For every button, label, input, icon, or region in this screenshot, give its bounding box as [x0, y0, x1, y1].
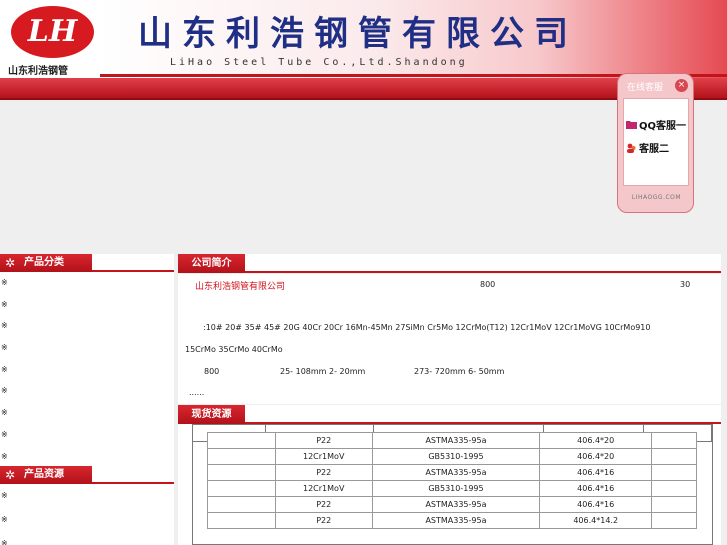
- users-icon: [626, 143, 637, 153]
- banner: 山东利浩钢管有限公司 LiHao Steel Tube Co.,Ltd.Shan…: [100, 0, 727, 78]
- table-cell: P22: [274, 496, 373, 513]
- online-service-footer: LIHAOGG.COM: [631, 194, 682, 201]
- stock-table: P22 ASTMA335-95a 406.4*20 12Cr1MoV GB5310-19…: [207, 432, 697, 529]
- stock-section: P22 ASTMA335-95a 406.4*20 12Cr1MoV GB5310-19…: [178, 424, 721, 545]
- table-cell: 406.4*16: [539, 480, 653, 497]
- company-intro: 山东利浩钢管有限公司 800 30 :10# 20# 35# 45# 20G 4…: [178, 274, 721, 404]
- intro-spec: 25- 108mm 2- 20mm: [280, 367, 366, 376]
- product-category-item[interactable]: ※: [0, 315, 174, 337]
- product-resource-header: ✲ 产品资源: [0, 466, 174, 484]
- table-cell: [207, 512, 276, 529]
- table-row: 12Cr1MoV GB5310-1995 406.4*20: [207, 448, 697, 465]
- table-cell: 406.4*16: [539, 496, 653, 513]
- table-cell: 406.4*20: [539, 448, 653, 465]
- table-cell: [207, 480, 276, 497]
- product-category-item[interactable]: ※: [0, 402, 174, 424]
- intro-materials: 15CrMo 35CrMo 40CrMo: [185, 345, 283, 354]
- table-cell: [651, 464, 697, 481]
- table-cell: GB5310-1995: [371, 480, 541, 497]
- company-intro-lead[interactable]: 山东利浩钢管有限公司: [195, 279, 285, 292]
- product-resource-title: 产品资源: [24, 469, 64, 480]
- product-resource-tab[interactable]: ✲ 产品资源: [0, 466, 92, 484]
- qq-service-label-1: QQ客服一: [639, 120, 687, 132]
- table-cell: [651, 480, 697, 497]
- table-cell: P22: [274, 512, 373, 529]
- intro-spec: 800: [204, 367, 220, 376]
- table-row: 12Cr1MoV GB5310-1995 406.4*16: [207, 480, 697, 497]
- table-cell: [651, 448, 697, 465]
- stock-table-frame: P22 ASTMA335-95a 406.4*20 12Cr1MoV GB5310-19…: [192, 424, 713, 545]
- table-cell: [207, 464, 276, 481]
- intro-value: 800: [480, 280, 496, 289]
- table-row: P22 ASTMA335-95a 406.4*16: [207, 464, 697, 481]
- online-service-list: QQ客服一 客服二: [623, 98, 689, 186]
- logo-mark: LH: [11, 6, 94, 58]
- table-cell: 406.4*16: [539, 464, 653, 481]
- product-resource-item[interactable]: ※: [0, 484, 174, 508]
- product-category-item[interactable]: ※: [0, 359, 174, 381]
- table-cell: 12Cr1MoV: [274, 480, 373, 497]
- gear-icon: ✲: [5, 468, 16, 482]
- product-category-item[interactable]: ※: [0, 294, 174, 316]
- product-category-item[interactable]: ※: [0, 424, 174, 446]
- page: LH 山东利浩钢管 山东利浩钢管有限公司 LiHao Steel Tube Co…: [0, 0, 727, 545]
- online-service-widget: 在线客服 × QQ客服一 客服二 LIHAOGG.COM: [617, 73, 694, 213]
- table-cell: P22: [274, 432, 373, 449]
- product-category-item[interactable]: ※: [0, 337, 174, 359]
- table-cell: [207, 448, 276, 465]
- online-service-title: 在线客服: [627, 83, 664, 93]
- close-icon[interactable]: ×: [675, 79, 688, 92]
- table-cell: [207, 496, 276, 513]
- product-category-item[interactable]: ※: [0, 380, 174, 402]
- header: LH 山东利浩钢管 山东利浩钢管有限公司 LiHao Steel Tube Co…: [0, 0, 727, 78]
- table-cell: 406.4*14.2: [539, 512, 653, 529]
- table-cell: 406.4*20: [539, 432, 653, 449]
- table-cell: [651, 496, 697, 513]
- table-cell: [651, 512, 697, 529]
- stock-title: 现货资源: [178, 405, 245, 424]
- table-cell: [207, 432, 276, 449]
- stock-header: 现货资源: [178, 405, 721, 424]
- table-cell: 12Cr1MoV: [274, 448, 373, 465]
- qq-service-link-1[interactable]: QQ客服一: [626, 117, 687, 132]
- intro-materials: :10# 20# 35# 45# 20G 40Cr 20Cr 16Mn-45Mn…: [203, 323, 651, 332]
- table-cell: ASTMA335-95a: [371, 464, 541, 481]
- table-cell: GB5310-1995: [371, 448, 541, 465]
- table-cell: ASTMA335-95a: [371, 432, 541, 449]
- product-category-item[interactable]: ※: [0, 272, 174, 294]
- product-category-header: ✲ 产品分类: [0, 254, 174, 272]
- logo-caption: 山东利浩钢管: [8, 66, 68, 77]
- product-category-title: 产品分类: [24, 257, 64, 268]
- company-intro-header: 公司简介: [178, 254, 721, 273]
- table-cell: [651, 432, 697, 449]
- gear-icon: ✲: [5, 256, 16, 270]
- product-resource-list: ※ ※ ※: [0, 484, 174, 545]
- intro-spec: 273- 720mm 6- 50mm: [414, 367, 505, 376]
- logo[interactable]: LH 山东利浩钢管: [0, 0, 100, 78]
- product-resource-item[interactable]: ※: [0, 508, 174, 532]
- qq-service-label-2: 客服二: [639, 143, 669, 155]
- intro-value: 30: [680, 280, 691, 289]
- intro-more: ......: [189, 388, 205, 397]
- product-category-list: ※ ※ ※ ※ ※ ※ ※ ※ ※: [0, 272, 174, 466]
- company-name-en: LiHao Steel Tube Co.,Ltd.Shandong: [170, 57, 468, 68]
- table-cell: ASTMA335-95a: [371, 512, 541, 529]
- table-cell: ASTMA335-95a: [371, 496, 541, 513]
- product-category-tab[interactable]: ✲ 产品分类: [0, 254, 92, 272]
- table-row: P22 ASTMA335-95a 406.4*16: [207, 496, 697, 513]
- company-name: 山东利浩钢管有限公司: [138, 14, 578, 54]
- company-intro-title: 公司简介: [178, 254, 245, 273]
- product-resource-item[interactable]: ※: [0, 532, 174, 545]
- table-row: P22 ASTMA335-95a 406.4*14.2: [207, 512, 697, 529]
- table-row: P22 ASTMA335-95a 406.4*20: [207, 432, 697, 449]
- qq-service-link-2[interactable]: 客服二: [626, 140, 669, 155]
- folder-icon: [626, 120, 637, 129]
- table-cell: P22: [274, 464, 373, 481]
- product-category-item[interactable]: ※: [0, 446, 174, 468]
